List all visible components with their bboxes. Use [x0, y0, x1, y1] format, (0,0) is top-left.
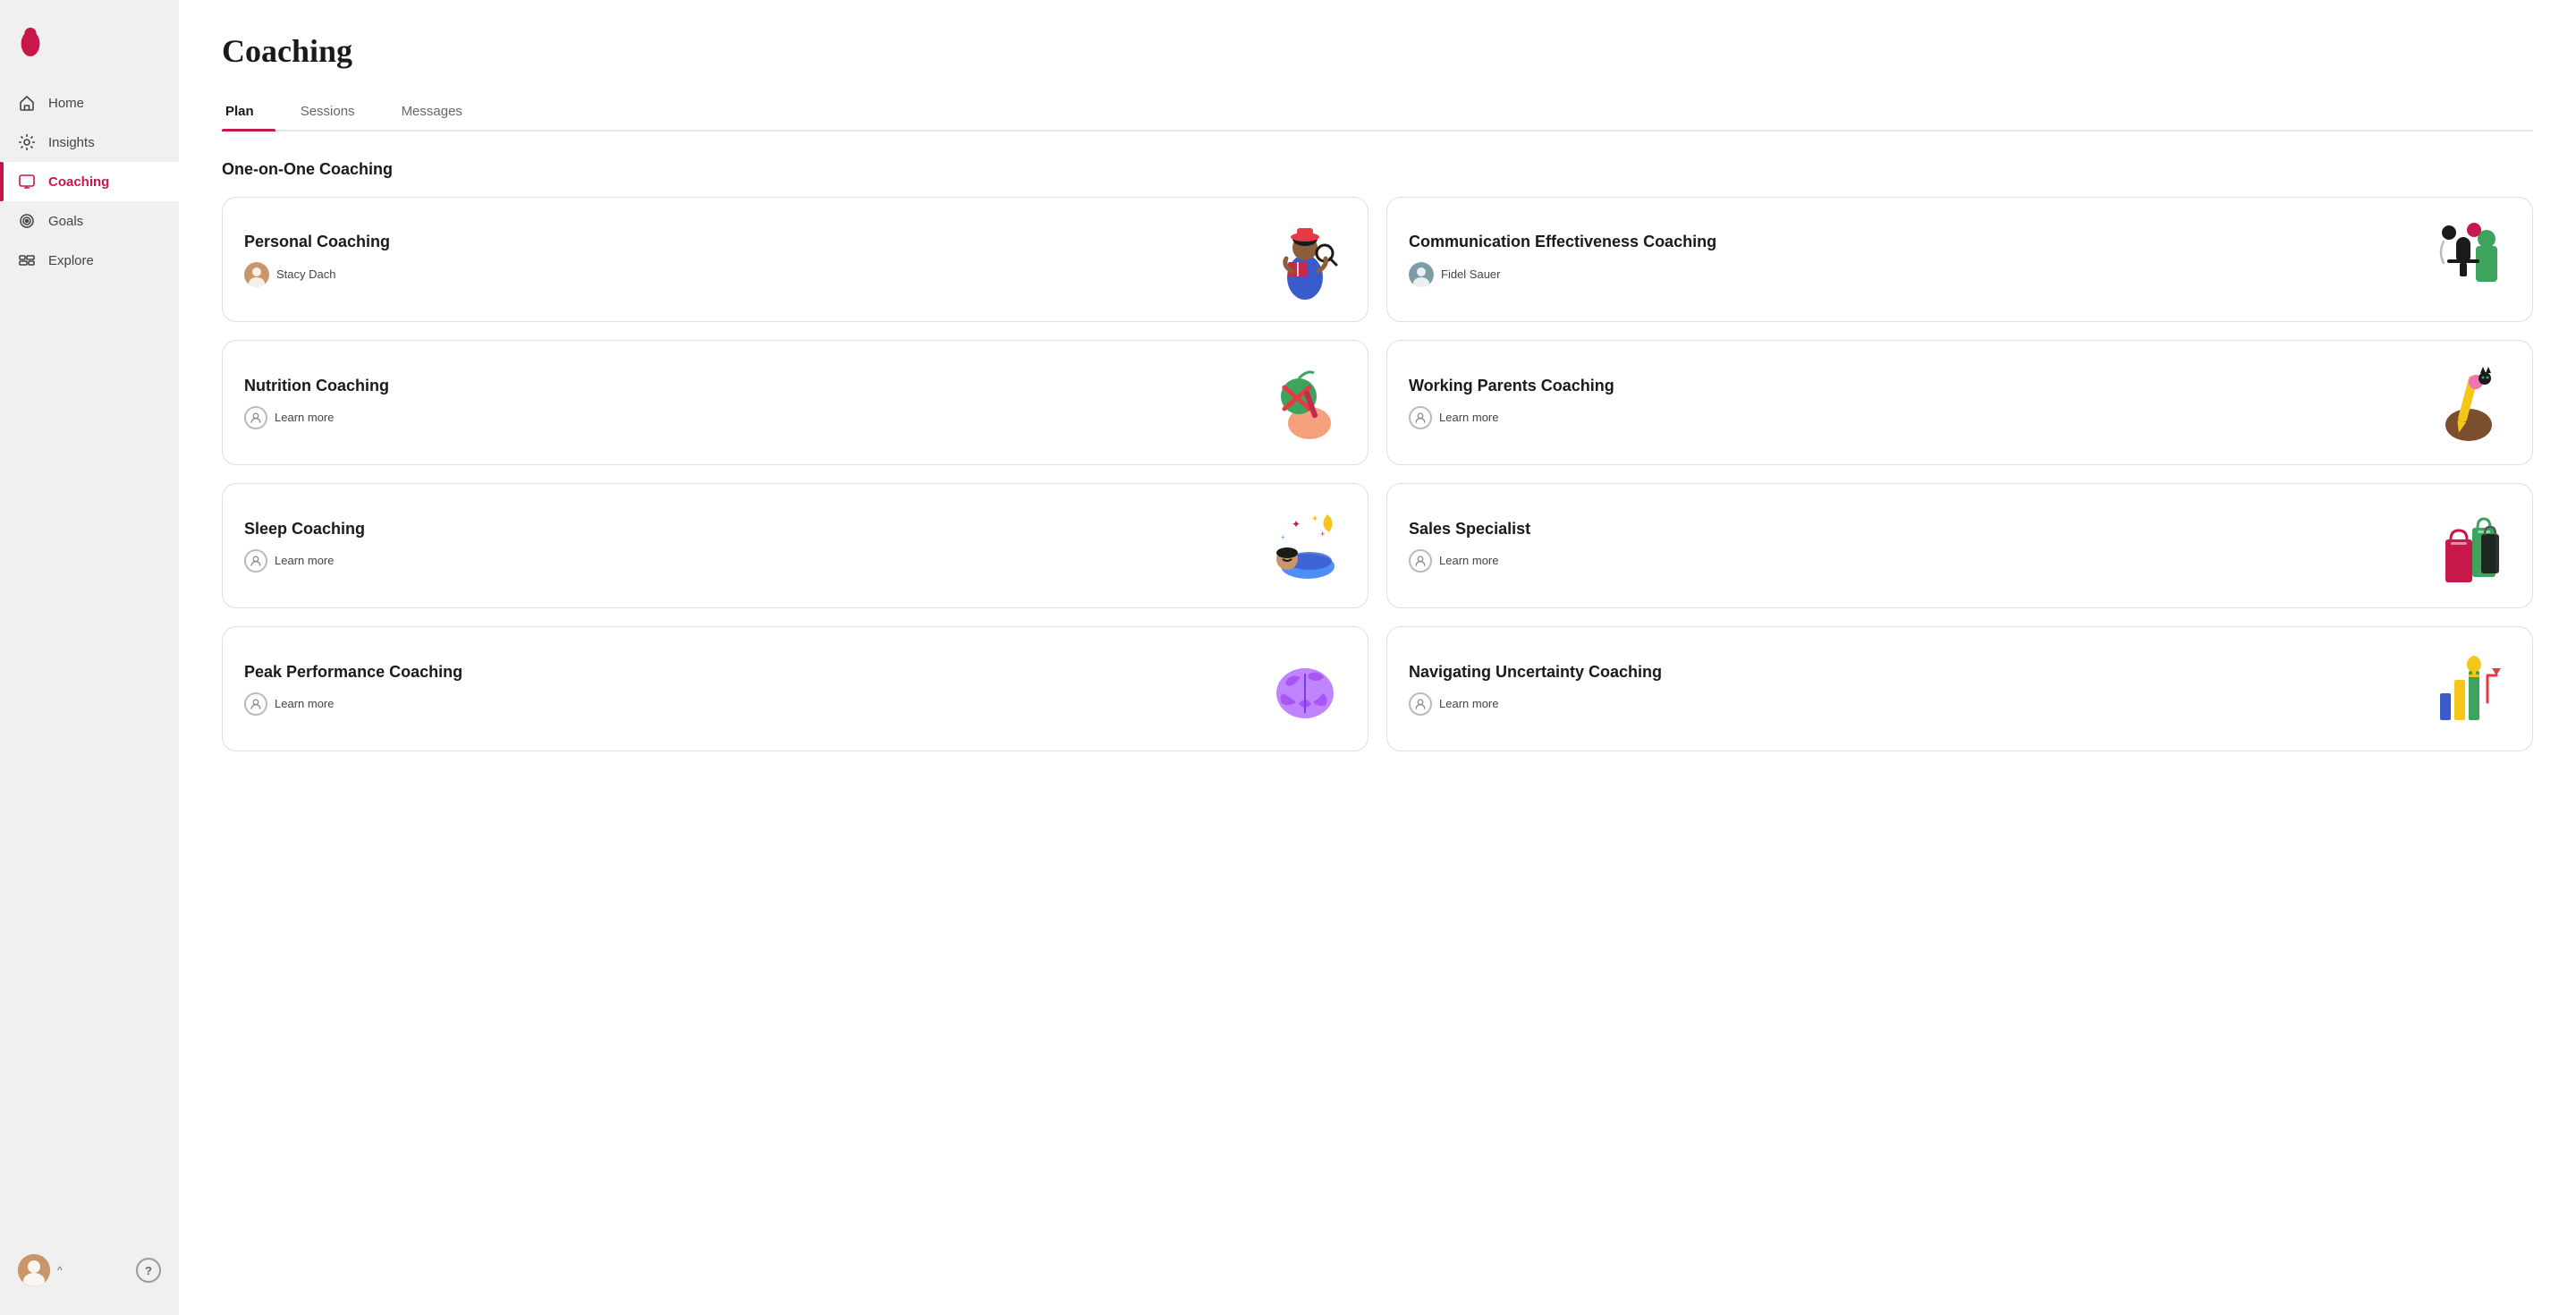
sidebar-item-goals-label: Goals — [48, 214, 83, 229]
goals-icon — [18, 212, 36, 230]
card-navigating-uncertainty-coaching-content: Navigating Uncertainty Coaching Learn mo… — [1409, 662, 2416, 715]
sidebar-item-explore-label: Explore — [48, 253, 94, 268]
card-sleep-coaching-learn: Learn more — [244, 549, 1251, 573]
sidebar-item-coaching[interactable]: Coaching — [0, 162, 179, 201]
home-icon — [18, 94, 36, 112]
card-sleep-coaching-content: Sleep Coaching Learn more — [244, 519, 1251, 572]
sidebar-item-insights[interactable]: Insights — [0, 123, 179, 162]
card-communication-coaching-content: Communication Effectiveness Coaching Fid… — [1409, 232, 2416, 286]
card-peak-performance-coaching-title: Peak Performance Coaching — [244, 662, 1251, 683]
sidebar-item-home-label: Home — [48, 96, 84, 111]
card-navigating-uncertainty-coaching[interactable]: Navigating Uncertainty Coaching Learn mo… — [1386, 626, 2533, 751]
peak-learn-more-text: Learn more — [275, 697, 334, 710]
card-communication-coaching-title: Communication Effectiveness Coaching — [1409, 232, 2416, 252]
fidel-sauer-avatar — [1409, 262, 1434, 287]
card-working-parents-coaching[interactable]: Working Parents Coaching Learn more — [1386, 340, 2533, 465]
card-peak-performance-coaching-learn: Learn more — [244, 692, 1251, 716]
card-sleep-coaching-title: Sleep Coaching — [244, 519, 1251, 539]
sidebar-item-goals[interactable]: Goals — [0, 201, 179, 241]
sidebar-item-home[interactable]: Home — [0, 83, 179, 123]
help-button[interactable]: ? — [136, 1258, 161, 1283]
coaching-icon — [18, 173, 36, 191]
tab-plan[interactable]: Plan — [222, 95, 275, 130]
card-nutrition-coaching-title: Nutrition Coaching — [244, 376, 1251, 396]
card-navigating-uncertainty-coaching-learn: Learn more — [1409, 692, 2416, 716]
page-title: Coaching — [222, 32, 2533, 70]
working-parents-learn-more-text: Learn more — [1439, 411, 1498, 424]
communication-coaching-illustration — [2425, 219, 2514, 300]
user-icon-sales — [1409, 549, 1432, 573]
card-personal-coaching[interactable]: Personal Coaching Stacy Dach — [222, 197, 1368, 322]
card-personal-coaching-coach: Stacy Dach — [244, 262, 1251, 287]
card-working-parents-coaching-learn: Learn more — [1409, 406, 2416, 429]
personal-coaching-illustration — [1260, 219, 1350, 300]
card-sales-specialist-title: Sales Specialist — [1409, 519, 2416, 539]
user-icon-uncertainty — [1409, 692, 1432, 716]
card-personal-coaching-content: Personal Coaching Stacy Dach — [244, 232, 1251, 286]
help-label: ? — [145, 1264, 152, 1277]
sidebar-bottom: ^ ? — [0, 1240, 179, 1301]
avatar — [18, 1254, 50, 1286]
card-navigating-uncertainty-coaching-title: Navigating Uncertainty Coaching — [1409, 662, 2416, 683]
card-sales-specialist-learn: Learn more — [1409, 549, 2416, 573]
nutrition-coaching-illustration — [1260, 362, 1350, 443]
working-parents-coaching-illustration — [2425, 362, 2514, 443]
card-working-parents-coaching-title: Working Parents Coaching — [1409, 376, 2416, 396]
card-nutrition-coaching[interactable]: Nutrition Coaching Learn more — [222, 340, 1368, 465]
main-content: Coaching Plan Sessions Messages One-on-O… — [179, 0, 2576, 1315]
explore-icon — [18, 251, 36, 269]
card-personal-coaching-title: Personal Coaching — [244, 232, 1251, 252]
insights-icon — [18, 133, 36, 151]
app-logo — [0, 14, 179, 83]
card-communication-coaching-coach: Fidel Sauer — [1409, 262, 2416, 287]
nutrition-learn-more-text: Learn more — [275, 411, 334, 424]
stacy-dach-name: Stacy Dach — [276, 267, 335, 281]
svg-text:+: + — [1320, 530, 1325, 539]
card-communication-coaching[interactable]: Communication Effectiveness Coaching Fid… — [1386, 197, 2533, 322]
sidebar-item-insights-label: Insights — [48, 135, 95, 150]
sales-learn-more-text: Learn more — [1439, 554, 1498, 567]
card-working-parents-coaching-content: Working Parents Coaching Learn more — [1409, 376, 2416, 428]
card-peak-performance-coaching-content: Peak Performance Coaching Learn more — [244, 662, 1251, 715]
user-icon-working-parents — [1409, 406, 1432, 429]
sidebar-item-explore[interactable]: Explore — [0, 241, 179, 280]
card-nutrition-coaching-learn: Learn more — [244, 406, 1251, 429]
user-icon-peak — [244, 692, 267, 716]
card-sales-specialist-content: Sales Specialist Learn more — [1409, 519, 2416, 572]
svg-text:✦: ✦ — [1292, 518, 1301, 530]
fidel-sauer-name: Fidel Sauer — [1441, 267, 1500, 281]
card-sleep-coaching[interactable]: Sleep Coaching Learn more — [222, 483, 1368, 608]
user-icon-nutrition — [244, 406, 267, 429]
tab-messages[interactable]: Messages — [398, 95, 484, 130]
sleep-learn-more-text: Learn more — [275, 554, 334, 567]
user-avatar-wrapper[interactable]: ^ — [18, 1254, 63, 1286]
uncertainty-learn-more-text: Learn more — [1439, 697, 1498, 710]
main-nav: Home Insights Coaching — [0, 83, 179, 1240]
peak-performance-illustration — [1260, 649, 1350, 729]
sidebar-item-coaching-label: Coaching — [48, 174, 109, 190]
card-peak-performance-coaching[interactable]: Peak Performance Coaching Learn more — [222, 626, 1368, 751]
tab-sessions[interactable]: Sessions — [297, 95, 377, 130]
stacy-dach-avatar — [244, 262, 269, 287]
coaching-cards-grid: Personal Coaching Stacy Dach — [222, 197, 2533, 751]
sleep-coaching-illustration: ✦ ✦ + + — [1260, 505, 1350, 586]
chevron-up-icon: ^ — [57, 1264, 63, 1277]
card-nutrition-coaching-content: Nutrition Coaching Learn more — [244, 376, 1251, 428]
user-icon-sleep — [244, 549, 267, 573]
svg-text:✦: ✦ — [1311, 514, 1318, 524]
navigating-uncertainty-illustration — [2425, 649, 2514, 729]
section-title: One-on-One Coaching — [222, 160, 2533, 179]
tab-bar: Plan Sessions Messages — [222, 95, 2533, 132]
card-sales-specialist[interactable]: Sales Specialist Learn more — [1386, 483, 2533, 608]
sidebar: Home Insights Coaching — [0, 0, 179, 1315]
svg-text:+: + — [1281, 533, 1285, 541]
sales-specialist-illustration — [2425, 505, 2514, 586]
